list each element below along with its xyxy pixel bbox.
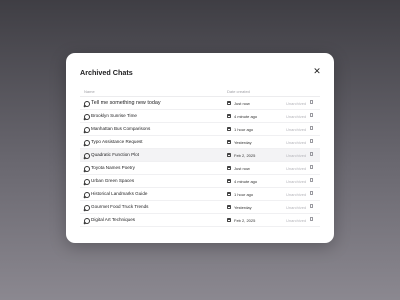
calendar-icon bbox=[227, 100, 231, 105]
unarchive-status[interactable]: Unarchived bbox=[286, 140, 306, 145]
calendar-icon bbox=[227, 126, 231, 131]
unarchive-status[interactable]: Unarchived bbox=[286, 127, 306, 132]
calendar-icon bbox=[227, 113, 231, 118]
chat-name[interactable]: Brooklyn Sunrise Time bbox=[91, 113, 137, 118]
chat-name[interactable]: Digital Art Techniques bbox=[91, 217, 135, 222]
chat-bubble-icon bbox=[84, 178, 90, 185]
chat-bubble-icon bbox=[84, 126, 90, 133]
table-row[interactable]: Typo Assistance Request Yesterday Unarch… bbox=[80, 136, 320, 149]
unarchive-status[interactable]: Unarchived bbox=[286, 218, 306, 223]
trash-icon[interactable] bbox=[310, 112, 314, 118]
archived-chat-list: Tell me something new today Just now Una… bbox=[80, 97, 320, 227]
close-icon[interactable]: ✕ bbox=[312, 66, 322, 76]
chat-name[interactable]: Toyota Names Poetry bbox=[91, 165, 135, 170]
trash-icon[interactable] bbox=[310, 151, 314, 157]
table-header: Name Date created bbox=[80, 87, 320, 97]
unarchive-status[interactable]: Unarchived bbox=[286, 192, 306, 197]
chat-name[interactable]: Tell me something new today bbox=[91, 100, 161, 106]
chat-bubble-icon bbox=[84, 113, 90, 120]
chat-name[interactable]: Manhattan Bus Comparisons bbox=[91, 126, 150, 131]
trash-icon[interactable] bbox=[310, 138, 314, 144]
unarchive-status[interactable]: Unarchived bbox=[286, 101, 306, 106]
column-header-name: Name bbox=[84, 89, 95, 94]
unarchive-status[interactable]: Unarchived bbox=[286, 114, 306, 119]
calendar-icon bbox=[227, 191, 231, 196]
trash-icon[interactable] bbox=[310, 164, 314, 170]
calendar-icon bbox=[227, 139, 231, 144]
chat-date: 4 minute ago bbox=[234, 178, 258, 184]
chat-name[interactable]: Typo Assistance Request bbox=[91, 139, 143, 144]
modal-title: Archived Chats bbox=[80, 68, 133, 77]
chat-date: Feb 2, 2025 bbox=[234, 217, 256, 223]
unarchive-status[interactable]: Unarchived bbox=[286, 205, 306, 210]
table-row[interactable]: Gourmet Food Truck Trends Yesterday Unar… bbox=[80, 201, 320, 214]
chat-bubble-icon bbox=[84, 204, 90, 211]
chat-bubble-icon bbox=[84, 100, 90, 107]
trash-icon[interactable] bbox=[310, 99, 314, 105]
table-row[interactable]: Historical Landmarks Guide 1 hour ago Un… bbox=[80, 188, 320, 201]
chat-bubble-icon bbox=[84, 139, 90, 146]
table-row[interactable]: Quadratic Function Plot Feb 2, 2025 Unar… bbox=[80, 149, 320, 162]
unarchive-status[interactable]: Unarchived bbox=[286, 179, 306, 184]
trash-icon[interactable] bbox=[310, 177, 314, 183]
column-header-date-created: Date created bbox=[227, 89, 250, 94]
calendar-icon bbox=[227, 178, 231, 183]
trash-icon[interactable] bbox=[310, 190, 314, 196]
unarchive-status[interactable]: Unarchived bbox=[286, 166, 306, 171]
chat-date: 1 hour ago bbox=[234, 126, 254, 132]
chat-name[interactable]: Historical Landmarks Guide bbox=[91, 191, 147, 196]
chat-bubble-icon bbox=[84, 165, 90, 172]
calendar-icon bbox=[227, 165, 231, 170]
trash-icon[interactable] bbox=[310, 203, 314, 209]
chat-name[interactable]: Quadratic Function Plot bbox=[91, 152, 139, 157]
archived-chats-modal: Archived Chats ✕ Name Date created Tell … bbox=[66, 53, 334, 243]
trash-icon[interactable] bbox=[310, 125, 314, 131]
table-row[interactable]: Urban Green Spaces 4 minute ago Unarchiv… bbox=[80, 175, 320, 188]
chat-date: Yesterday bbox=[234, 204, 252, 210]
table-row[interactable]: Manhattan Bus Comparisons 1 hour ago Una… bbox=[80, 123, 320, 136]
chat-date: 1 hour ago bbox=[234, 191, 254, 197]
chat-bubble-icon bbox=[84, 152, 90, 159]
chat-name[interactable]: Urban Green Spaces bbox=[91, 178, 134, 183]
table-row[interactable]: Brooklyn Sunrise Time 4 minute ago Unarc… bbox=[80, 110, 320, 123]
chat-date: Just now bbox=[234, 165, 250, 171]
chat-bubble-icon bbox=[84, 191, 90, 198]
chat-date: Yesterday bbox=[234, 139, 252, 145]
trash-icon[interactable] bbox=[310, 216, 314, 222]
unarchive-status[interactable]: Unarchived bbox=[286, 153, 306, 158]
calendar-icon bbox=[227, 152, 231, 157]
chat-bubble-icon bbox=[84, 217, 90, 224]
chat-date: Feb 2, 2025 bbox=[234, 152, 256, 158]
table-row[interactable]: Toyota Names Poetry Just now Unarchived bbox=[80, 162, 320, 175]
table-row[interactable]: Digital Art Techniques Feb 2, 2025 Unarc… bbox=[80, 214, 320, 227]
calendar-icon bbox=[227, 217, 231, 222]
calendar-icon bbox=[227, 204, 231, 209]
chat-date: 4 minute ago bbox=[234, 113, 258, 119]
chat-name[interactable]: Gourmet Food Truck Trends bbox=[91, 204, 148, 209]
chat-date: Just now bbox=[234, 100, 250, 106]
table-row[interactable]: Tell me something new today Just now Una… bbox=[80, 97, 320, 110]
